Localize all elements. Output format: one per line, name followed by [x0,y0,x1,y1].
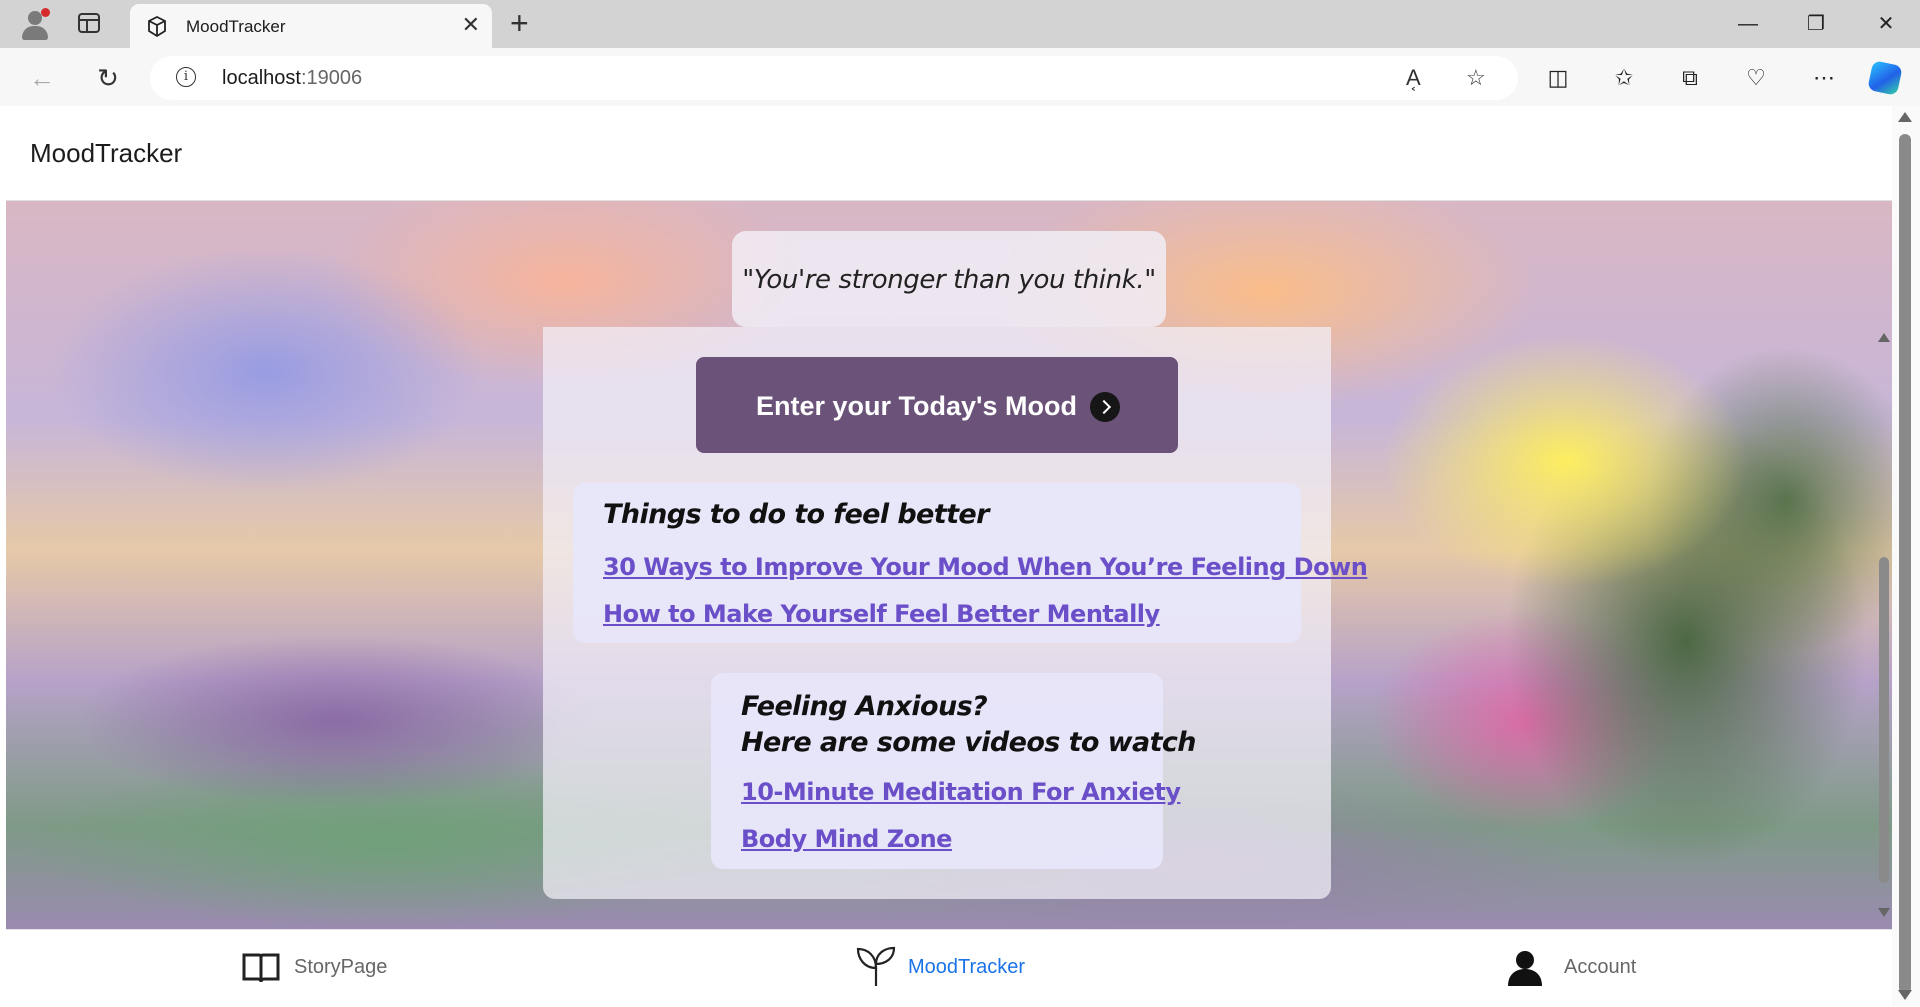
url-text[interactable]: localhost:19006 [222,67,362,90]
tab-close-icon[interactable]: ✕ [462,14,480,36]
bottom-nav: StoryPage MoodTracker Account [6,929,1892,1007]
browser-toolbar: ← ↻ i localhost:19006 A͔ ☆ ◫ ✩ ⧉ ♡ ⋯ [0,48,1920,106]
browser-tabstrip: MoodTracker ✕ + — ❐ ✕ [0,0,1920,48]
restore-icon[interactable]: ❐ [1796,8,1836,40]
close-window-icon[interactable]: ✕ [1866,8,1906,40]
person-icon [1508,951,1542,986]
quote-card: "You're stronger than you think." [732,231,1166,327]
site-info-icon[interactable]: i [176,67,196,87]
feel-better-title: Things to do to feel better [603,499,989,530]
favorite-star-icon[interactable]: ☆ [1466,65,1486,91]
tab-actions-icon[interactable] [78,13,100,33]
profile-avatar-icon[interactable] [18,6,52,40]
new-tab-icon[interactable]: + [510,6,529,40]
scroll-up-arrow-icon[interactable] [1878,333,1890,342]
chevron-right-icon [1090,392,1120,422]
read-aloud-icon[interactable]: A͔ [1406,65,1421,91]
anxious-title-line1: Feeling Anxious? [741,691,988,722]
video-link[interactable]: Body Mind Zone [741,825,952,853]
nav-item-moodtracker[interactable]: MoodTracker [856,930,1036,1007]
nav-label-moodtracker: MoodTracker [908,956,1026,978]
book-icon [242,953,280,983]
anxious-title-line2: Here are some videos to watch [741,727,1197,758]
page-scroll-down-icon[interactable] [1898,990,1912,1000]
content-scrollbar[interactable] [1876,329,1892,923]
back-arrow-icon[interactable]: ← [24,60,60,96]
enter-mood-button[interactable]: Enter your Today's Mood [696,357,1178,453]
url-host: localhost [222,67,301,89]
collections-icon[interactable]: ⧉ [1674,62,1706,94]
nav-item-account[interactable]: Account [1506,930,1656,1007]
enter-mood-label: Enter your Today's Mood [756,391,1077,421]
video-link[interactable]: 10-Minute Meditation For Anxiety [741,778,1181,806]
feel-better-link[interactable]: How to Make Yourself Feel Better Mentall… [603,600,1160,628]
feel-better-card: Things to do to feel better 30 Ways to I… [573,483,1368,643]
anxious-card: Feeling Anxious? Here are some videos to… [711,673,1197,869]
app-header: MoodTracker [6,106,1892,201]
address-bar[interactable]: i localhost:19006 A͔ ☆ [150,56,1518,100]
feel-better-link[interactable]: 30 Ways to Improve Your Mood When You’re… [603,553,1368,581]
favorites-icon[interactable]: ✩ [1608,62,1640,94]
more-menu-icon[interactable]: ⋯ [1808,62,1840,94]
copilot-icon[interactable] [1867,60,1903,96]
tab-title: MoodTracker [186,17,286,36]
app-favicon-icon [148,16,166,38]
page-scroll-up-icon[interactable] [1898,112,1912,122]
nav-label-storypage: StoryPage [294,956,388,978]
scrollbar-thumb[interactable] [1879,557,1889,883]
url-port: :19006 [300,67,363,89]
browser-essentials-icon[interactable]: ♡ [1740,62,1772,94]
minimize-icon[interactable]: — [1728,8,1768,40]
browser-tab[interactable]: MoodTracker ✕ [130,4,492,48]
nav-item-storypage[interactable]: StoryPage [242,930,392,1007]
page-scrollbar-thumb[interactable] [1899,134,1911,994]
scroll-down-arrow-icon[interactable] [1878,908,1890,917]
nav-label-account: Account [1564,956,1637,978]
app-title: MoodTracker [30,138,183,168]
split-screen-icon[interactable]: ◫ [1542,62,1574,94]
reload-icon[interactable]: ↻ [90,60,126,96]
quote-text: "You're stronger than you think." [742,265,1156,295]
sprout-icon [856,946,896,986]
page-scrollbar[interactable] [1892,106,1920,1006]
